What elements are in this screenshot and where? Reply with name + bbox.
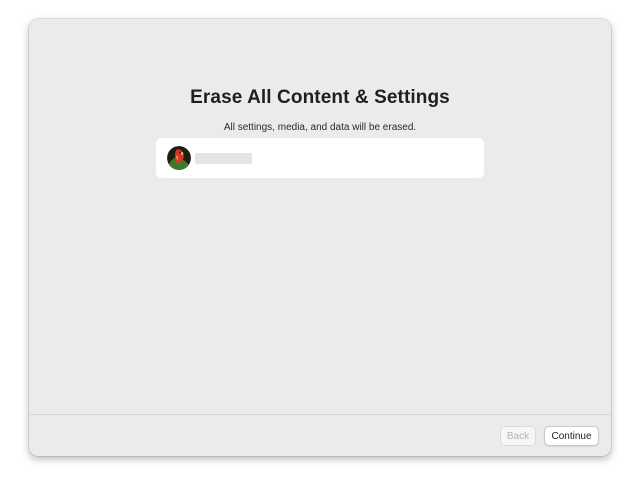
account-name (195, 153, 252, 164)
erase-assistant-window: Erase All Content & Settings All setting… (29, 19, 611, 456)
page-subtitle: All settings, media, and data will be er… (223, 122, 417, 133)
page-title: Erase All Content & Settings (190, 87, 450, 108)
account-card (156, 138, 484, 178)
footer-divider (29, 414, 611, 415)
parrot-avatar-icon (167, 146, 191, 170)
back-button[interactable]: Back (500, 426, 536, 446)
continue-button[interactable]: Continue (544, 426, 599, 446)
